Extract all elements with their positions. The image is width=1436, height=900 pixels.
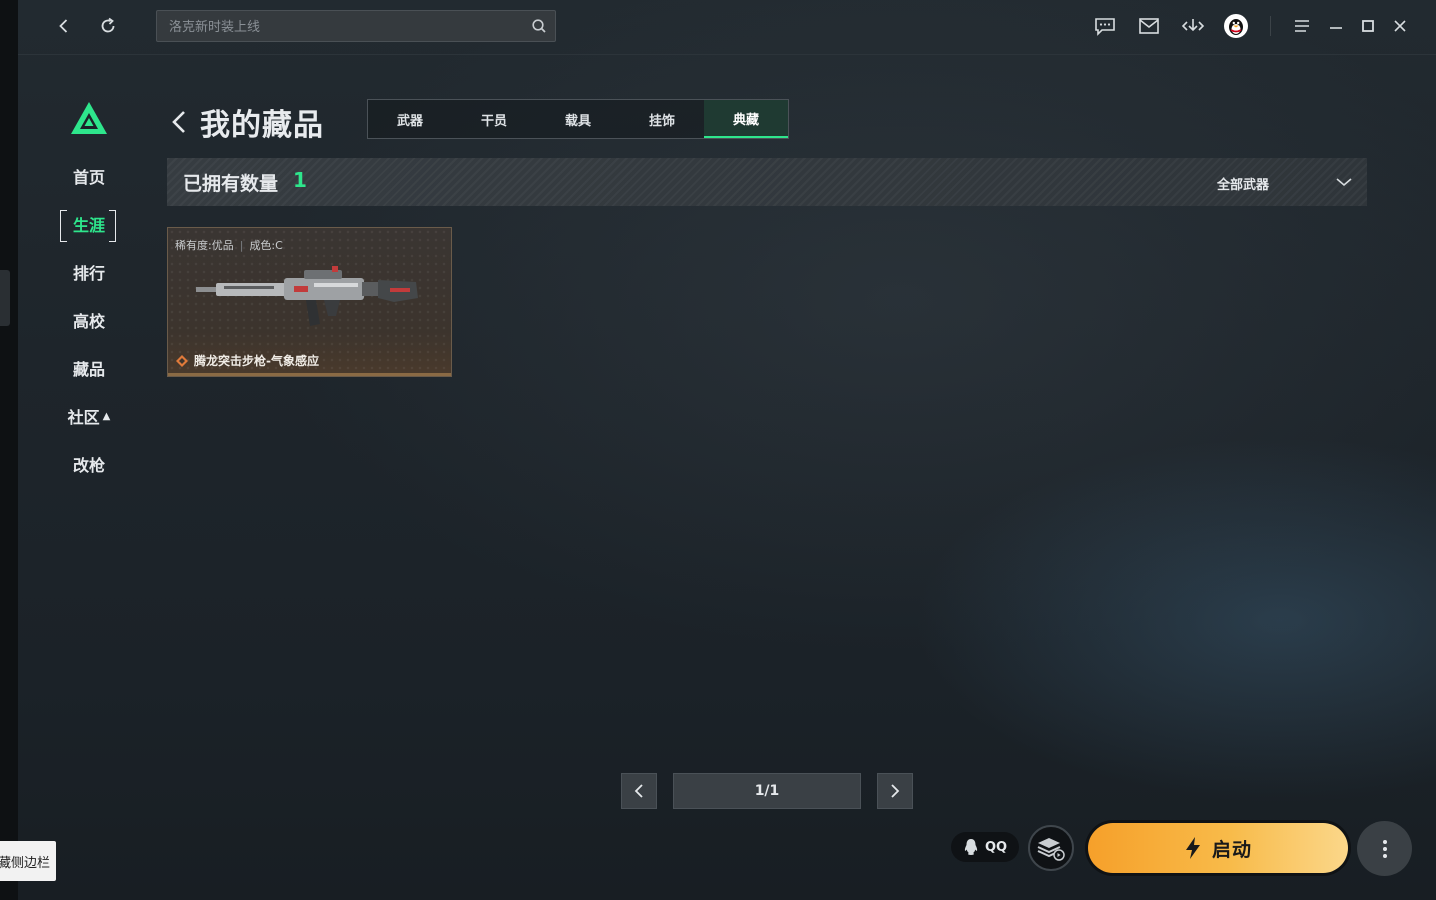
active-bracket: [60, 210, 116, 242]
qq-label: QQ: [984, 839, 1008, 855]
page-back-button[interactable]: 我的藏品: [170, 100, 324, 144]
rarity-diamond-icon: [176, 354, 188, 367]
item-meta: 稀有度:优品 | 成色:C: [175, 237, 283, 253]
chevron-right-icon: [891, 784, 900, 798]
filter-label: 全部武器: [1217, 178, 1270, 193]
item-rarity: 稀有度:优品: [175, 239, 234, 252]
maximize-icon: [1362, 20, 1374, 32]
search-box[interactable]: [156, 10, 556, 43]
mail-button[interactable]: [1135, 12, 1163, 40]
chat-icon: [1095, 18, 1115, 36]
app-logo[interactable]: [70, 101, 108, 139]
nav-label: 排行: [72, 264, 105, 283]
nav-item-ranking[interactable]: 排行: [56, 248, 122, 296]
weapon-filter-select[interactable]: 全部武器: [1203, 170, 1353, 194]
launch-button[interactable]: 启动: [1085, 820, 1351, 876]
penguin-icon: [1229, 19, 1243, 35]
nav-item-career[interactable]: 生涯: [56, 200, 122, 248]
side-nav: 首页 生涯 排行 高校 藏品 社区 ▲ 改枪: [56, 152, 122, 488]
tab-weapons[interactable]: 武器: [368, 100, 452, 138]
sidebar-tooltip: 隐藏侧边栏: [0, 841, 56, 881]
item-name: 腾龙突击步枪-气象感应: [194, 354, 319, 368]
back-button[interactable]: [50, 12, 78, 40]
maximize-button[interactable]: [1354, 12, 1382, 40]
close-icon: [1394, 20, 1406, 32]
top-bar: [18, 0, 1436, 55]
refresh-icon: [101, 17, 115, 33]
layers-icon: [1037, 838, 1065, 861]
nav-label: 藏品: [72, 360, 105, 379]
item-name-row: 腾龙突击步枪-气象感应: [176, 352, 319, 369]
nav-item-home[interactable]: 首页: [56, 152, 122, 200]
page-indicator: 1/1: [673, 773, 861, 809]
owned-label: 已拥有数量: [183, 173, 279, 195]
refresh-button[interactable]: [94, 12, 122, 40]
tab-vehicles[interactable]: 载具: [536, 100, 620, 138]
search-icon[interactable]: [531, 18, 547, 34]
nav-label: 高校: [72, 312, 105, 331]
caret-up-icon: ▲: [102, 410, 111, 422]
rarity-strip: [168, 373, 451, 376]
tab-charms[interactable]: 挂饰: [620, 100, 704, 138]
prev-page-button[interactable]: [621, 773, 657, 809]
nav-item-college[interactable]: 高校: [56, 296, 122, 344]
nav-label: 社区: [67, 408, 100, 427]
chat-button[interactable]: [1091, 12, 1119, 40]
chevron-down-icon: [1336, 178, 1352, 187]
tooltip-text: 隐藏侧边栏: [0, 855, 50, 871]
nav-item-collection[interactable]: 藏品: [56, 344, 122, 392]
menu-icon: [1295, 20, 1309, 32]
chevron-left-icon: [59, 19, 68, 33]
nav-item-community[interactable]: 社区 ▲: [56, 392, 122, 440]
tab-collection[interactable]: 典藏: [704, 100, 788, 138]
download-button[interactable]: [1179, 12, 1207, 40]
rifle-image: [196, 266, 418, 326]
side-strip: [0, 0, 18, 900]
divider: [1270, 16, 1271, 36]
close-button[interactable]: [1386, 12, 1414, 40]
category-tabs: 武器 干员 载具 挂饰 典藏: [367, 99, 789, 139]
sidebar-handle[interactable]: [0, 270, 10, 326]
qq-login-button[interactable]: QQ: [951, 832, 1019, 862]
owned-bar: 已拥有数量 1 全部武器: [167, 158, 1367, 206]
collection-item-card[interactable]: 稀有度:优品 | 成色:C 腾龙突击步枪-气象感应: [167, 227, 452, 377]
search-input[interactable]: [167, 11, 521, 43]
avatar[interactable]: [1224, 14, 1248, 38]
nav-label: 改枪: [72, 456, 105, 475]
launch-button-body: 启动: [1088, 823, 1348, 873]
chevron-left-icon: [634, 784, 643, 798]
meta-divider: |: [239, 239, 244, 252]
owned-count: 1: [293, 168, 307, 192]
minimize-button[interactable]: [1322, 12, 1350, 40]
logo-icon: [71, 102, 107, 134]
chevron-left-icon: [172, 111, 185, 133]
page-title: 我的藏品: [200, 108, 324, 143]
minimize-icon: [1330, 27, 1342, 29]
lightning-icon: [1185, 837, 1200, 859]
menu-button[interactable]: [1288, 12, 1316, 40]
qq-icon: [964, 839, 978, 855]
download-icon: [1181, 19, 1205, 32]
nav-label: 首页: [72, 168, 105, 187]
launch-label: 启动: [1211, 838, 1252, 861]
nav-item-gunsmith[interactable]: 改枪: [56, 440, 122, 488]
item-condition: 成色:C: [249, 239, 283, 252]
next-page-button[interactable]: [877, 773, 913, 809]
mail-icon: [1139, 18, 1159, 34]
tab-operators[interactable]: 干员: [452, 100, 536, 138]
more-vertical-icon: [1382, 839, 1387, 858]
more-options-button[interactable]: [1357, 821, 1412, 876]
game-switch-button[interactable]: [1028, 825, 1074, 871]
